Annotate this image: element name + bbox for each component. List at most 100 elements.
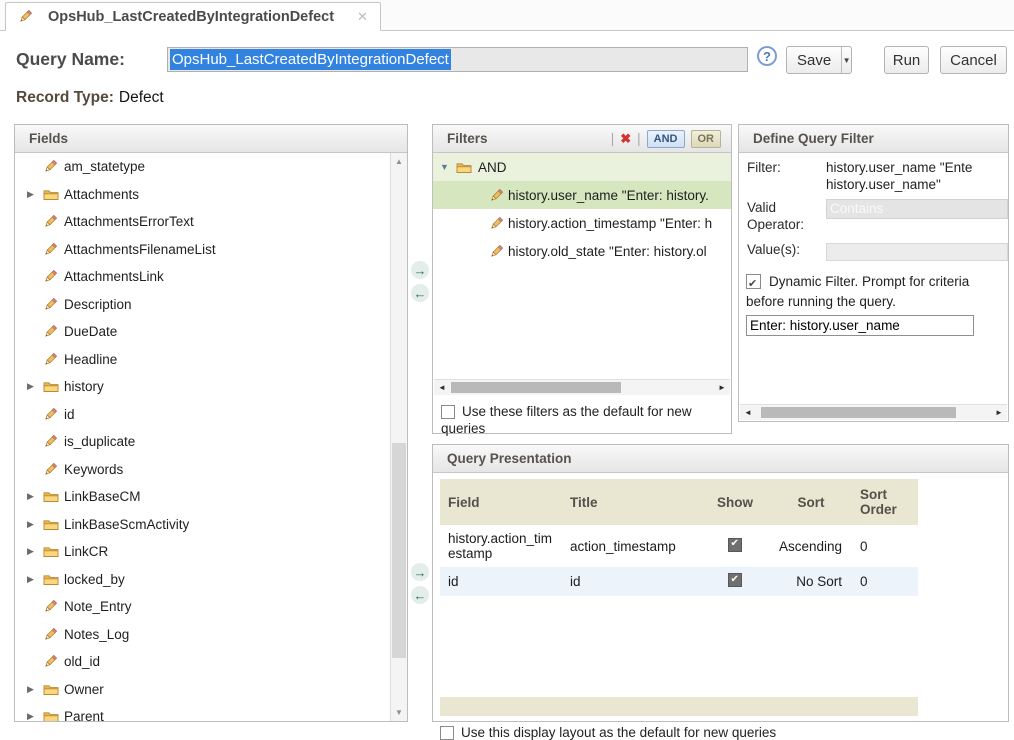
filter-tree-item[interactable]: history.action_timestamp "Enter: h bbox=[433, 209, 731, 237]
expand-collapsed-icon[interactable]: ▶ bbox=[27, 189, 43, 200]
save-dropdown-icon[interactable]: ▼ bbox=[841, 47, 851, 73]
scrollbar-thumb[interactable] bbox=[761, 407, 956, 418]
remove-display-field-arrow-icon[interactable]: ← bbox=[411, 586, 429, 604]
field-tree-item[interactable]: Notes_Log bbox=[15, 621, 390, 649]
record-type-row: Record Type:Defect bbox=[16, 89, 164, 107]
add-display-field-arrow-icon[interactable]: → bbox=[411, 563, 429, 581]
valid-operator-field: Contains bbox=[826, 199, 1008, 219]
scroll-right-icon[interactable]: ► bbox=[715, 380, 729, 395]
tree-item-label: Attachments bbox=[64, 187, 139, 202]
table-row[interactable]: ididNo Sort0 bbox=[440, 567, 918, 596]
scroll-right-icon[interactable]: ► bbox=[992, 405, 1006, 420]
cell-sort[interactable]: Ascending bbox=[770, 525, 852, 567]
folder-icon bbox=[43, 380, 64, 393]
field-tree-item[interactable]: DueDate bbox=[15, 318, 390, 346]
tree-item-label: Owner bbox=[64, 682, 104, 697]
column-header-show: Show bbox=[700, 479, 770, 525]
folder-tree-item[interactable]: ▶ LinkBaseCM bbox=[15, 483, 390, 511]
field-tree-item[interactable]: AttachmentsLink bbox=[15, 263, 390, 291]
help-icon[interactable]: ? bbox=[757, 46, 777, 66]
expand-collapsed-icon[interactable]: ▶ bbox=[27, 546, 43, 557]
filter-tree-item[interactable]: history.old_state "Enter: history.ol bbox=[433, 237, 731, 265]
field-tree-item[interactable]: Description bbox=[15, 291, 390, 319]
filter-item-label: history.old_state "Enter: history.ol bbox=[508, 244, 707, 259]
scrollbar-thumb[interactable] bbox=[392, 443, 406, 658]
expand-collapsed-icon[interactable]: ▶ bbox=[27, 711, 43, 721]
cell-sort-order[interactable]: 0 bbox=[852, 525, 918, 567]
filters-horizontal-scrollbar[interactable]: ◄ ► bbox=[434, 379, 730, 395]
show-checkbox[interactable] bbox=[728, 538, 742, 552]
pencil-icon bbox=[43, 297, 64, 312]
expand-collapsed-icon[interactable]: ▶ bbox=[27, 381, 43, 392]
save-button-label[interactable]: Save bbox=[787, 47, 841, 73]
add-filter-arrow-icon[interactable]: → bbox=[411, 261, 429, 279]
cell-sort-order[interactable]: 0 bbox=[852, 567, 918, 596]
expand-expanded-icon[interactable]: ▼ bbox=[440, 162, 456, 172]
qp-panel-body: Field Title Show Sort Sort Order history… bbox=[433, 473, 1008, 721]
folder-tree-item[interactable]: ▶ locked_by bbox=[15, 566, 390, 594]
tree-item-label: LinkBaseScmActivity bbox=[64, 517, 189, 532]
cell-sort[interactable]: No Sort bbox=[770, 567, 852, 596]
delete-filter-icon[interactable]: ✖ bbox=[620, 131, 631, 147]
toolbar-separator: | bbox=[637, 131, 641, 146]
filter-group-and[interactable]: ▼ AND bbox=[433, 153, 731, 181]
tree-item-label: LinkBaseCM bbox=[64, 489, 141, 504]
field-tree-item[interactable]: Headline bbox=[15, 346, 390, 374]
field-tree-item[interactable]: am_statetype bbox=[15, 153, 390, 181]
remove-filter-arrow-icon[interactable]: ← bbox=[411, 284, 429, 302]
field-tree-item[interactable]: old_id bbox=[15, 648, 390, 676]
filter-tree-item[interactable]: history.user_name "Enter: history. bbox=[433, 181, 731, 209]
folder-tree-item[interactable]: ▶history bbox=[15, 373, 390, 401]
prompt-text-input[interactable] bbox=[746, 315, 974, 336]
values-field bbox=[826, 243, 1008, 261]
filters-panel-title: Filters bbox=[447, 131, 488, 146]
save-button[interactable]: Save ▼ bbox=[786, 46, 852, 74]
field-tree-item[interactable]: Keywords bbox=[15, 456, 390, 484]
scrollbar-thumb[interactable] bbox=[451, 382, 621, 393]
pencil-icon bbox=[43, 269, 64, 284]
close-tab-icon[interactable]: ✕ bbox=[357, 9, 368, 25]
expand-collapsed-icon[interactable]: ▶ bbox=[27, 574, 43, 585]
record-type-value: Defect bbox=[119, 89, 164, 106]
run-button[interactable]: Run bbox=[884, 46, 929, 74]
column-header-sort: Sort bbox=[770, 479, 852, 525]
pencil-icon bbox=[43, 434, 64, 449]
or-operator-button[interactable]: OR bbox=[691, 130, 722, 148]
folder-tree-item[interactable]: ▶LinkCR bbox=[15, 538, 390, 566]
field-tree-item[interactable]: is_duplicate bbox=[15, 428, 390, 456]
and-operator-button[interactable]: AND bbox=[647, 130, 685, 148]
folder-tree-item[interactable]: ▶ Owner bbox=[15, 676, 390, 704]
tree-item-label: Description bbox=[64, 297, 132, 312]
pencil-icon bbox=[43, 462, 64, 477]
define-horizontal-scrollbar[interactable]: ◄ ► bbox=[740, 404, 1007, 420]
scroll-left-icon[interactable]: ◄ bbox=[435, 380, 449, 395]
folder-tree-item[interactable]: ▶ Attachments bbox=[15, 181, 390, 209]
dynamic-filter-checkbox[interactable] bbox=[746, 274, 761, 289]
tree-item-label: locked_by bbox=[64, 572, 125, 587]
table-row[interactable]: history.action_timestampaction_timestamp… bbox=[440, 525, 918, 567]
filter-value-line2: history.user_name" bbox=[826, 176, 972, 193]
field-tree-item[interactable]: Note_Entry bbox=[15, 593, 390, 621]
cancel-button[interactable]: Cancel bbox=[940, 46, 1007, 74]
fields-vertical-scrollbar[interactable]: ▲ ▼ bbox=[390, 153, 407, 721]
filters-default-checkbox[interactable] bbox=[441, 405, 455, 419]
expand-collapsed-icon[interactable]: ▶ bbox=[27, 684, 43, 695]
query-tab[interactable]: OpsHub_LastCreatedByIntegrationDefect ✕ bbox=[5, 2, 381, 31]
folder-tree-item[interactable]: ▶ LinkBaseScmActivity bbox=[15, 511, 390, 539]
field-tree-item[interactable]: AttachmentsErrorText bbox=[15, 208, 390, 236]
qp-default-checkbox[interactable] bbox=[440, 726, 454, 740]
show-checkbox[interactable] bbox=[728, 573, 742, 587]
field-tree-item[interactable]: id bbox=[15, 401, 390, 429]
field-tree-item[interactable]: AttachmentsFilenameList bbox=[15, 236, 390, 264]
folder-tree-item[interactable]: ▶Parent bbox=[15, 703, 390, 721]
table-header-row: Field Title Show Sort Sort Order bbox=[440, 479, 918, 525]
values-label: Value(s): bbox=[747, 241, 826, 261]
expand-collapsed-icon[interactable]: ▶ bbox=[27, 519, 43, 530]
dynamic-filter-option: Dynamic Filter. Prompt for criteria befo… bbox=[739, 263, 1008, 312]
scroll-down-icon[interactable]: ▼ bbox=[391, 704, 407, 721]
expand-collapsed-icon[interactable]: ▶ bbox=[27, 491, 43, 502]
scroll-left-icon[interactable]: ◄ bbox=[741, 405, 755, 420]
tree-item-label: AttachmentsFilenameList bbox=[64, 242, 216, 257]
scroll-up-icon[interactable]: ▲ bbox=[391, 153, 407, 170]
query-name-input[interactable]: OpsHub_LastCreatedByIntegrationDefect bbox=[167, 47, 748, 72]
